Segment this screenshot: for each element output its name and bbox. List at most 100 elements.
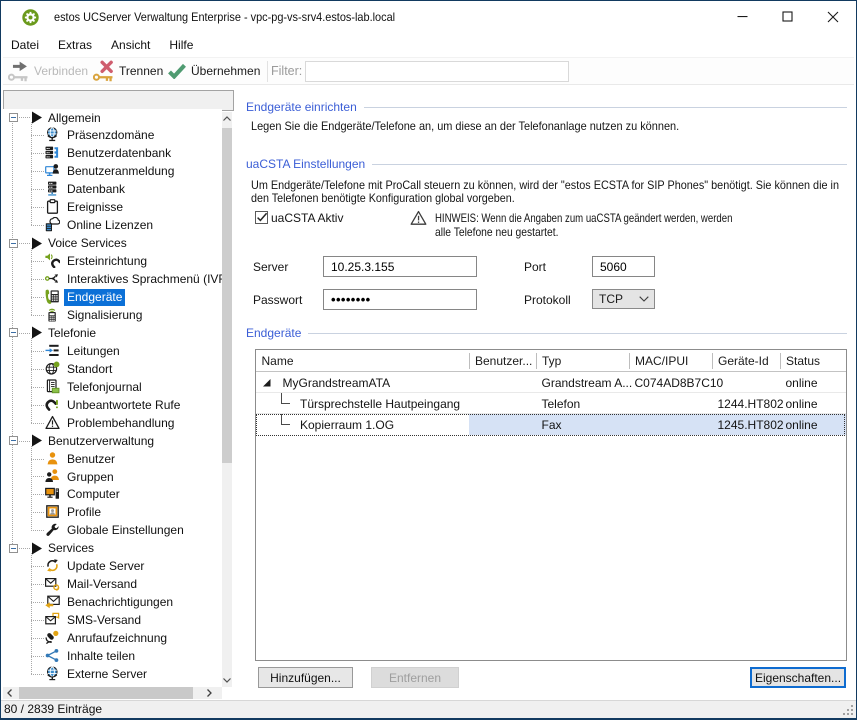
tree-item-allgemein[interactable]: Allgemein — [3, 109, 222, 127]
menu-ansicht[interactable]: Ansicht — [103, 34, 158, 56]
maximize-button[interactable] — [765, 1, 810, 32]
tree-item-signalisierung[interactable]: Signalisierung — [3, 306, 222, 324]
column-header-status[interactable]: Status — [786, 350, 844, 372]
section-uacsta-header: uaCSTA Einstellungen — [246, 157, 847, 171]
tree-item-globale-einstellungen[interactable]: Globale Einstellungen — [3, 521, 222, 539]
tree-connector — [31, 423, 45, 424]
tree-item-online-lizenzen[interactable]: Online Lizenzen — [3, 216, 222, 234]
section-rule — [372, 164, 847, 165]
uacsta-hint-line1: HINWEIS: Wenn die Angaben zum uaCSTA geä… — [435, 211, 732, 225]
tree-connector — [31, 279, 45, 280]
tree-connector — [31, 315, 45, 316]
password-input[interactable] — [323, 289, 477, 310]
uacsta-active-checkbox[interactable] — [255, 211, 268, 224]
tree-item-endgeräte[interactable]: Endgeräte — [3, 288, 222, 306]
tree-item-services[interactable]: Services — [3, 539, 222, 557]
close-button[interactable] — [810, 1, 855, 32]
tree-connector — [31, 171, 45, 172]
protocol-select[interactable]: TCP — [592, 289, 655, 309]
tree-item-ersteinrichtung[interactable]: Ersteinrichtung — [3, 252, 222, 270]
scroll-up-arrow[interactable] — [222, 112, 232, 125]
tree-item-benutzerdatenbank[interactable]: Benutzerdatenbank — [3, 144, 222, 162]
tree-item-unbeantwortete-rufe[interactable]: Unbeantwortete Rufe — [3, 396, 222, 414]
column-header-benutzer[interactable]: Benutzer... — [475, 350, 534, 372]
tree-collapse-toggle[interactable] — [9, 239, 18, 248]
tree-item-mail-versand[interactable]: Mail-Versand — [3, 575, 222, 593]
remove-button[interactable]: Entfernen — [371, 667, 459, 688]
toolbar-button-key-disconnect[interactable]: Trennen — [93, 58, 163, 84]
tree-collapse-toggle[interactable] — [9, 436, 18, 445]
tree-item-computer[interactable]: Computer — [3, 485, 222, 503]
tree-connector — [17, 548, 30, 549]
tree-item-ereignisse[interactable]: Ereignisse — [3, 198, 222, 216]
port-input[interactable] — [592, 256, 655, 277]
tree-item-benutzer[interactable]: Benutzer — [3, 450, 222, 468]
tree-item-label: Endgeräte — [64, 289, 125, 306]
tree-item-benachrichtigungen[interactable]: Benachrichtigungen — [3, 593, 222, 611]
tree-item-telefonjournal[interactable]: Telefonjournal — [3, 378, 222, 396]
tree-item-label: Ereignisse — [64, 199, 126, 216]
user-database-icon — [45, 145, 60, 160]
add-button[interactable]: Hinzufügen... — [258, 667, 353, 688]
tree-item-label: Allgemein — [45, 110, 104, 127]
tree-connector — [17, 333, 30, 334]
tree-item-telefonie[interactable]: Telefonie — [3, 324, 222, 342]
mic-record-icon — [45, 630, 60, 645]
toolbar-button-check[interactable]: Übernehmen — [168, 58, 260, 84]
tree-horizontal-scrollbar[interactable] — [3, 687, 222, 699]
menu-extras[interactable]: Extras — [50, 34, 100, 56]
scrollbar-thumb[interactable] — [19, 687, 193, 699]
section-title: Endgeräte — [246, 326, 301, 340]
tree-item-voice-services[interactable]: Voice Services — [3, 234, 222, 252]
column-separator[interactable] — [629, 353, 630, 369]
globe-location-icon — [45, 361, 60, 376]
scroll-left-arrow[interactable] — [3, 687, 17, 699]
scrollbar-thumb[interactable] — [222, 128, 232, 463]
server-input[interactable] — [323, 256, 477, 277]
tree-item-präsenzdomäne[interactable]: Präsenzdomäne — [3, 126, 222, 144]
tree-collapse-toggle[interactable] — [9, 544, 18, 553]
tree-item-anrufaufzeichnung[interactable]: Anrufaufzeichnung — [3, 629, 222, 647]
tree-item-benutzerverwaltung[interactable]: Benutzerverwaltung — [3, 432, 222, 450]
tree-collapse-toggle[interactable] — [9, 113, 18, 122]
column-separator[interactable] — [469, 353, 470, 369]
tree-item-problembehandlung[interactable]: Problembehandlung — [3, 414, 222, 432]
column-header-macipui[interactable]: MAC/IPUI — [635, 350, 710, 372]
chevron-down-icon — [639, 296, 649, 302]
tree-vertical-scrollbar[interactable] — [222, 112, 232, 687]
scroll-right-arrow[interactable] — [203, 687, 217, 699]
tree-collapse-toggle[interactable] — [9, 328, 18, 337]
computer-icon — [45, 486, 60, 501]
column-separator[interactable] — [536, 353, 537, 369]
tree-item-datenbank[interactable]: Datenbank — [3, 180, 222, 198]
properties-button[interactable]: Eigenschaften... — [750, 667, 846, 688]
row-expanded-icon[interactable] — [262, 378, 272, 388]
menu-datei[interactable]: Datei — [3, 34, 47, 56]
resize-grip[interactable] — [843, 705, 855, 717]
tree-item-leitungen[interactable]: Leitungen — [3, 342, 222, 360]
tree-item-gruppen[interactable]: Gruppen — [3, 468, 222, 486]
tree-item-sms-versand[interactable]: SMS-Versand — [3, 611, 222, 629]
column-separator[interactable] — [780, 353, 781, 369]
tree-item-label: Problembehandlung — [64, 415, 177, 432]
column-header-name[interactable]: Name — [262, 350, 468, 372]
tree-item-interaktives-sprachmenü-ivr-[interactable]: Interaktives Sprachmenü (IVR) — [3, 270, 222, 288]
menu-hilfe[interactable]: Hilfe — [161, 34, 201, 56]
tree-item-update-server[interactable]: Update Server — [3, 557, 222, 575]
column-separator[interactable] — [712, 353, 713, 369]
tree-item-label: Datenbank — [64, 181, 128, 198]
section-rule — [308, 333, 847, 334]
filter-input[interactable] — [305, 61, 569, 82]
tree-item-inhalte-teilen[interactable]: Inhalte teilen — [3, 647, 222, 665]
cell-name: MyGrandstreamATA — [283, 372, 443, 393]
tree-item-benutzeranmeldung[interactable]: Benutzeranmeldung — [3, 162, 222, 180]
chevron-left-icon — [7, 689, 12, 697]
column-header-gerteid[interactable]: Geräte-Id — [718, 350, 778, 372]
tree-item-externe-server[interactable]: Externe Server — [3, 665, 222, 683]
column-header-typ[interactable]: Typ — [542, 350, 627, 372]
tree-item-standort[interactable]: Standort — [3, 360, 222, 378]
tree-connector — [31, 369, 45, 370]
scroll-down-arrow[interactable] — [222, 674, 232, 687]
minimize-button[interactable] — [720, 1, 765, 32]
tree-item-profile[interactable]: Profile — [3, 503, 222, 521]
